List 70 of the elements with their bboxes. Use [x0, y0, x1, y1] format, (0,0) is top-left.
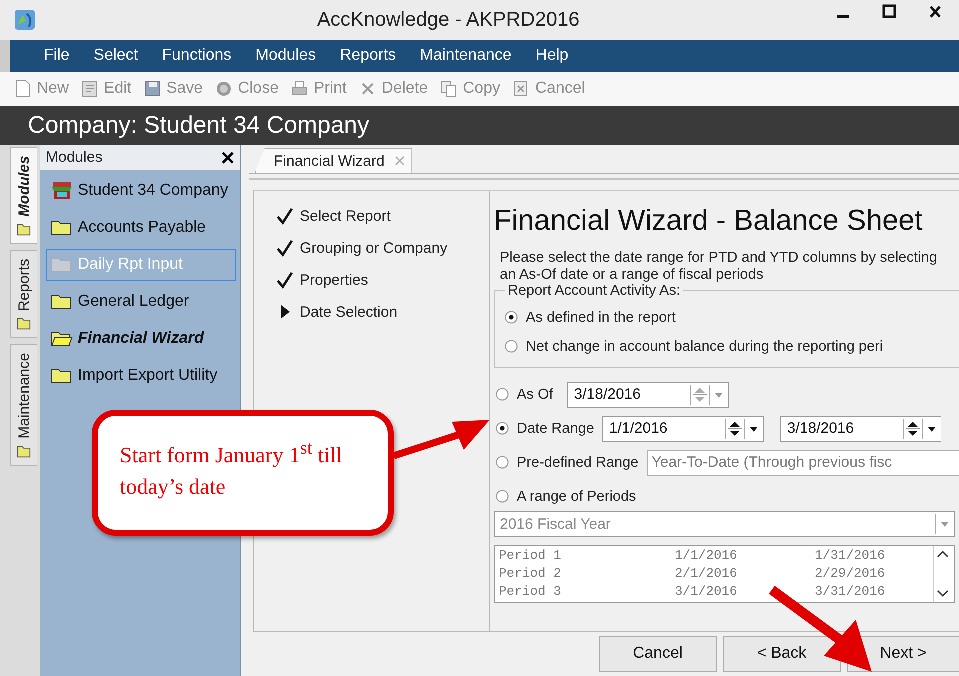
- radio-button[interactable]: [505, 311, 518, 324]
- radio-button[interactable]: [505, 340, 518, 353]
- menu-item[interactable]: Functions: [150, 47, 244, 65]
- list-cell-text: 3/31/2016: [815, 584, 886, 598]
- menu-item[interactable]: Reports: [328, 47, 408, 65]
- document-tab[interactable]: Financial Wizard: [255, 148, 412, 173]
- wizard-button[interactable]: < Back: [723, 636, 841, 672]
- radio-label: Net change in account balance during the reporting peri: [526, 338, 884, 354]
- radio-label: As Of: [517, 386, 554, 402]
- panel-title: Modules: [46, 149, 103, 166]
- window-title: AccKnowledge - AKPRD2016: [316, 8, 581, 32]
- folder-icon: [17, 443, 31, 460]
- step-label: Date Selection: [300, 304, 398, 320]
- step-label: Grouping or Company: [300, 240, 448, 256]
- list-cell-text: 2/29/2016: [815, 566, 886, 580]
- checkmark-icon: [276, 239, 294, 257]
- menu-item[interactable]: Help: [524, 47, 581, 65]
- radio-label: Date Range: [517, 420, 594, 436]
- close-icon[interactable]: [222, 152, 234, 164]
- side-tab[interactable]: Reports: [10, 250, 37, 338]
- module-item[interactable]: Import Export Utility: [46, 360, 236, 392]
- page-icon: [14, 80, 32, 98]
- side-tab[interactable]: Modules: [10, 147, 37, 244]
- menu-item[interactable]: Maintenance: [408, 47, 524, 65]
- period-list[interactable]: Period 1 1/1/2016 1/31/2016 Period 2 2/1/2016 2/29/2016 Period 3 3/1/2016 3/31/2016: [494, 545, 955, 603]
- list-cell-text: 2/1/2016: [675, 566, 738, 580]
- round-badge-icon: [215, 80, 234, 98]
- spinner-arrows-icon[interactable]: [903, 418, 922, 438]
- module-item[interactable]: General Ledger: [46, 286, 236, 318]
- dropdown-field[interactable]: Year-To-Date (Through previous fisc: [646, 450, 959, 476]
- radio-label: Pre-defined Range: [517, 454, 639, 470]
- company-banner: Company: Student 34 Company: [0, 106, 959, 145]
- spinner-arrows-icon[interactable]: [725, 418, 744, 438]
- radio-button[interactable]: [496, 456, 509, 469]
- date-picker[interactable]: 3/18/2016: [780, 416, 942, 442]
- list-cell-text: 1/1/2016: [675, 548, 738, 562]
- module-item[interactable]: Financial Wizard: [46, 323, 236, 355]
- wizard-title: Financial Wizard - Balance Sheet: [494, 205, 924, 238]
- checkmark-icon: [276, 207, 294, 225]
- cancel-box-icon: [512, 80, 530, 98]
- radio-button[interactable]: [496, 422, 509, 435]
- checkmark-icon: [276, 271, 294, 289]
- group-label: Report Account Activity As:: [505, 283, 684, 299]
- list-cell-text: Period 3: [499, 584, 562, 598]
- list-cell-text: 1/31/2016: [815, 548, 886, 562]
- wizard-button[interactable]: Cancel: [599, 636, 717, 672]
- radio-button[interactable]: [496, 388, 509, 401]
- module-item[interactable]: Student 34 Company: [46, 175, 236, 207]
- date-picker[interactable]: 1/1/2016: [602, 416, 764, 442]
- callout-text: Start form January 1$^{st}$ till today’s date: [120, 437, 344, 502]
- step-label: Properties: [300, 272, 368, 288]
- list-cell-text: Period 1: [499, 548, 562, 562]
- list-cell-text: Period 2: [499, 566, 562, 580]
- menu-item[interactable]: Modules: [244, 47, 328, 65]
- copy-icon: [440, 80, 458, 98]
- module-item[interactable]: Accounts Payable: [46, 212, 236, 244]
- menu-item[interactable]: File: [32, 47, 82, 65]
- notepad-icon: [81, 80, 100, 98]
- instructions-text: Please select the date range for PTD and YTD columns by selecting an As-Of date or a range of fiscal periods: [500, 250, 938, 284]
- folder-icon: [17, 315, 31, 332]
- radio-button[interactable]: [496, 490, 509, 503]
- storefront-icon: [51, 181, 73, 201]
- list-cell-text: 3/1/2016: [675, 584, 738, 598]
- menu-item[interactable]: Select: [82, 47, 150, 65]
- side-tab[interactable]: Maintenance: [10, 344, 37, 466]
- app-logo-icon: [14, 9, 36, 31]
- radio-label: As defined in the report: [526, 310, 676, 326]
- printer-icon: [290, 80, 309, 98]
- radio-label: A range of Periods: [517, 488, 636, 504]
- step-label: Select Report: [300, 208, 391, 224]
